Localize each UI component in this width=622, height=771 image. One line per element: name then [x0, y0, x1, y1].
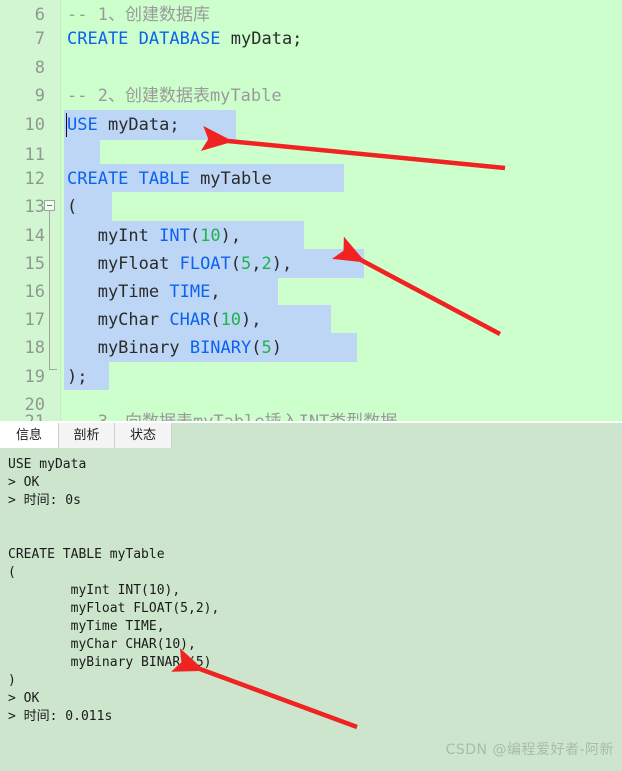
results-panel: 信息 剖析 状态 USE myData > OK > 时间: 0s CREATE…: [0, 423, 622, 771]
line-text: myChar CHAR(10),: [67, 310, 262, 330]
output-line: ): [8, 673, 16, 688]
output-line: CREATE TABLE myTable: [8, 547, 165, 562]
line-number: 12: [24, 169, 45, 189]
output-line: myInt INT(10),: [8, 583, 181, 598]
line-text: myTime TIME,: [67, 282, 221, 302]
output-line: myTime TIME,: [8, 619, 165, 634]
line-number: 9: [34, 86, 45, 106]
code-line[interactable]: 10 USE myData;: [0, 110, 622, 140]
line-number: 15: [24, 254, 45, 274]
line-text: myBinary BINARY(5): [67, 338, 282, 358]
line-text: -- 2、创建数据表myTable: [67, 86, 282, 106]
tab-profile[interactable]: 剖析: [59, 423, 115, 448]
line-number: 19: [24, 367, 45, 387]
screenshot-root: 6 -- 1、创建数据库 7 CREATE DATABASE myData; 8…: [0, 0, 622, 771]
output-line: myChar CHAR(10),: [8, 637, 196, 652]
line-text: myFloat FLOAT(5,2),: [67, 254, 293, 274]
line-number: 16: [24, 282, 45, 302]
tab-info[interactable]: 信息: [0, 423, 59, 448]
output-line: > 时间: 0.011s: [8, 709, 113, 724]
output-line: > 时间: 0s: [8, 493, 81, 508]
line-number: 7: [34, 29, 45, 49]
code-line[interactable]: 8: [0, 53, 622, 83]
code-line[interactable]: 13 (: [0, 192, 622, 222]
output-line: myFloat FLOAT(5,2),: [8, 601, 220, 616]
sql-editor[interactable]: 6 -- 1、创建数据库 7 CREATE DATABASE myData; 8…: [0, 0, 622, 421]
tab-status[interactable]: 状态: [115, 423, 172, 448]
code-line[interactable]: 18 myBinary BINARY(5): [0, 333, 622, 363]
line-number: 17: [24, 310, 45, 330]
code-line[interactable]: 21 -- 3、向数据表myTable插入INT类型数据: [0, 407, 622, 421]
line-number: 21: [0, 407, 45, 421]
output-line: > OK: [8, 691, 40, 706]
results-tabbar: 信息 剖析 状态: [0, 423, 622, 448]
code-lines[interactable]: 6 -- 1、创建数据库 7 CREATE DATABASE myData; 8…: [0, 0, 622, 421]
line-number: 8: [34, 58, 45, 78]
output-line: > OK: [8, 475, 40, 490]
code-line[interactable]: 16 myTime TIME,: [0, 277, 622, 307]
code-line[interactable]: 14 myInt INT(10),: [0, 221, 622, 251]
line-text: myInt INT(10),: [67, 226, 242, 246]
line-number: 14: [24, 226, 45, 246]
code-line[interactable]: 17 myChar CHAR(10),: [0, 305, 622, 335]
line-number: 18: [24, 338, 45, 358]
code-line[interactable]: 9 -- 2、创建数据表myTable: [0, 81, 622, 111]
line-text: );: [67, 367, 88, 387]
code-line[interactable]: 15 myFloat FLOAT(5,2),: [0, 249, 622, 279]
results-output[interactable]: USE myData > OK > 时间: 0s CREATE TABLE my…: [0, 448, 622, 771]
line-number: 13: [24, 197, 45, 217]
line-text: (: [67, 197, 78, 217]
code-line[interactable]: 19 );: [0, 362, 622, 392]
code-line[interactable]: 7 CREATE DATABASE myData;: [0, 24, 622, 54]
line-text: CREATE TABLE myTable: [67, 169, 272, 189]
code-line[interactable]: 12 CREATE TABLE myTable: [0, 164, 622, 194]
output-line: (: [8, 565, 16, 580]
output-line: USE myData: [8, 457, 87, 472]
line-number: 10: [24, 115, 45, 135]
line-text: CREATE DATABASE myData;: [67, 29, 303, 49]
line-text: -- 3、向数据表myTable插入INT类型数据: [67, 407, 397, 421]
line-text: USE myData;: [67, 115, 180, 135]
output-line: myBinary BINARY(5): [8, 655, 212, 670]
csdn-watermark: CSDN @编程爱好者-阿新: [445, 742, 614, 758]
